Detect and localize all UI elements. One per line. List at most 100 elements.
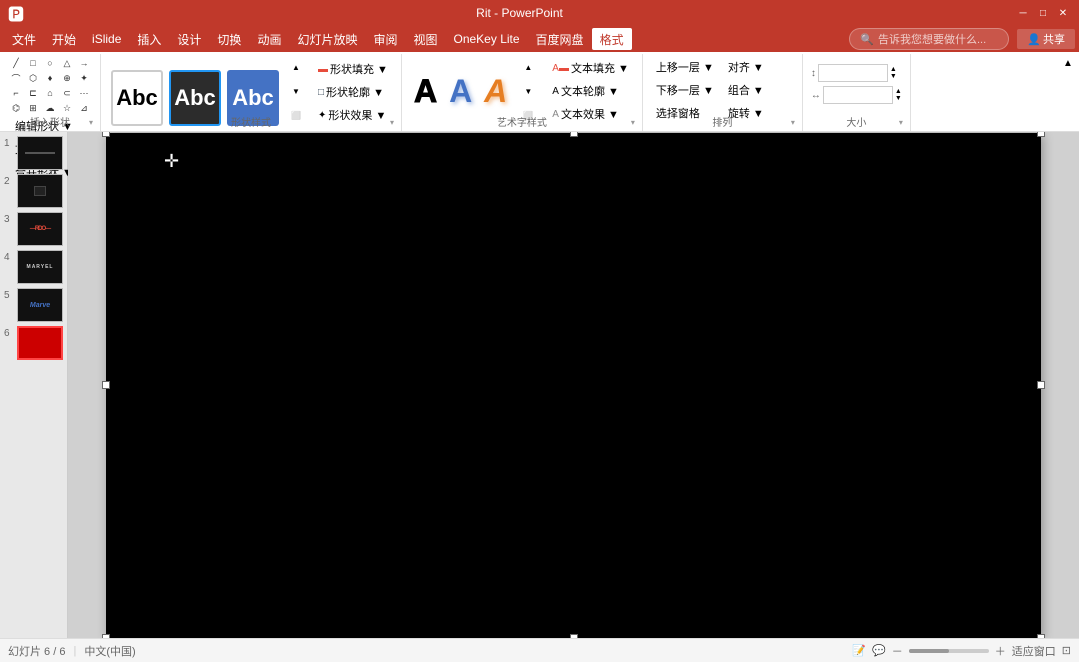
- toolbar-shape-style: Abc Abc Abc ▲ ▼ ⬜ ▬ 形状填充 ▼ □: [101, 52, 402, 131]
- menu-home[interactable]: 开始: [44, 28, 84, 50]
- slide-thumb-2[interactable]: [17, 174, 63, 208]
- menu-format[interactable]: 格式: [592, 28, 632, 50]
- shape-3[interactable]: ⬡: [25, 71, 41, 85]
- group-btn[interactable]: 组合 ▼: [723, 79, 769, 101]
- close-btn[interactable]: ✕: [1055, 5, 1071, 21]
- shape-6[interactable]: ✦: [76, 71, 92, 85]
- height-icon: ↕: [811, 68, 816, 79]
- slide-canvas[interactable]: ✛: [106, 133, 1041, 638]
- slide-number-4: 4: [4, 252, 14, 263]
- window-controls[interactable]: ─ □ ✕: [1015, 5, 1071, 21]
- shape-15[interactable]: ⊿: [76, 101, 92, 115]
- menu-review[interactable]: 审阅: [365, 28, 405, 50]
- slide-item-6[interactable]: 6: [4, 326, 63, 360]
- art-a-black[interactable]: A: [410, 75, 441, 107]
- art-a-blue[interactable]: A: [445, 75, 476, 107]
- slide-item-5[interactable]: 5 Marve: [4, 288, 63, 322]
- width-stepper-up[interactable]: ▲ ▼: [895, 88, 902, 102]
- handle-top-left[interactable]: [102, 132, 110, 137]
- toolbar-art-text: A A A ▲ ▼ ⬜ A▬ 文本填充 ▼ A 文本轮廓 ▼ A 文本效果: [402, 52, 643, 131]
- insert-shape-collapse[interactable]: ▾: [84, 115, 98, 129]
- share-button[interactable]: 👤 共享: [1017, 29, 1075, 49]
- shape-line[interactable]: ╱: [8, 56, 24, 70]
- shape-outline-btn[interactable]: □ 形状轮廓 ▼: [313, 81, 393, 103]
- align-btn[interactable]: 对齐 ▼: [723, 56, 769, 78]
- style-scroll-down[interactable]: ▼: [285, 80, 307, 102]
- toolbar-collapse-btn[interactable]: ▲: [1061, 56, 1075, 70]
- minimize-btn[interactable]: ─: [1015, 5, 1031, 21]
- shape-9[interactable]: ⌂: [42, 86, 58, 100]
- shape-11[interactable]: ⌬: [8, 101, 24, 115]
- menu-onekey[interactable]: OneKey Lite: [446, 28, 528, 50]
- arrange-collapse[interactable]: ▾: [786, 115, 800, 129]
- shape-14[interactable]: ☆: [59, 101, 75, 115]
- shape-8[interactable]: ⊏: [25, 86, 41, 100]
- height-input-row: ↕ 19.05 厘米 ▲ ▼: [811, 64, 902, 82]
- slide-number-5: 5: [4, 290, 14, 301]
- art-scroll-up[interactable]: ▲: [517, 56, 539, 78]
- send-backward-btn[interactable]: 下移一层 ▼: [651, 79, 719, 101]
- comments-btn[interactable]: 💬: [872, 644, 886, 657]
- text-outline-btn[interactable]: A 文本轮廓 ▼: [547, 80, 634, 102]
- handle-top-right[interactable]: [1037, 132, 1045, 137]
- shape-style-collapse[interactable]: ▾: [385, 115, 399, 129]
- slide-item-3[interactable]: 3 —RDO—: [4, 212, 63, 246]
- menu-view[interactable]: 视图: [405, 28, 445, 50]
- shape-fill-btn[interactable]: ▬ 形状填充 ▼: [313, 58, 393, 80]
- art-text-label: 艺术字样式: [402, 114, 642, 129]
- zoom-in-btn[interactable]: ＋: [995, 643, 1006, 659]
- handle-middle-left[interactable]: [102, 381, 110, 389]
- art-text-collapse[interactable]: ▾: [626, 115, 640, 129]
- fit-window-btn[interactable]: ⊡: [1062, 644, 1071, 657]
- shape-arrow[interactable]: →: [76, 56, 92, 70]
- art-a-orange[interactable]: A: [480, 75, 511, 107]
- menu-design[interactable]: 设计: [169, 28, 209, 50]
- text-fill-btn[interactable]: A▬ 文本填充 ▼: [547, 57, 634, 79]
- height-stepper-up[interactable]: ▲ ▼: [890, 66, 897, 80]
- shape-4[interactable]: ♦: [42, 71, 58, 85]
- slide-item-4[interactable]: 4 MARYEL: [4, 250, 63, 284]
- shape-12[interactable]: ⊞: [25, 101, 41, 115]
- menu-islide[interactable]: iSlide: [84, 28, 129, 50]
- handle-bottom-right[interactable]: [1037, 634, 1045, 639]
- menu-transition[interactable]: 切换: [209, 28, 249, 50]
- slide-thumb-5[interactable]: Marve: [17, 288, 63, 322]
- menu-baidu[interactable]: 百度网盘: [528, 28, 592, 50]
- title-text: Rit - PowerPoint: [24, 6, 1015, 20]
- move-cursor-icon: ✛: [164, 151, 179, 172]
- menu-insert[interactable]: 插入: [129, 28, 169, 50]
- menu-animation[interactable]: 动画: [249, 28, 289, 50]
- shape-circle[interactable]: ○: [42, 56, 58, 70]
- handle-bottom-center[interactable]: [570, 634, 578, 639]
- zoom-out-btn[interactable]: －: [892, 643, 903, 659]
- width-input[interactable]: 33.87 厘米: [823, 86, 893, 104]
- style-scroll-up[interactable]: ▲: [285, 56, 307, 78]
- slide-thumb-6[interactable]: [17, 326, 63, 360]
- shape-rect[interactable]: □: [25, 56, 41, 70]
- size-collapse[interactable]: ▾: [894, 115, 908, 129]
- shape-10[interactable]: ⊂: [59, 86, 75, 100]
- search-icon: 🔍: [860, 33, 874, 46]
- toolbar-size: ↕ 19.05 厘米 ▲ ▼ ↔ 33.87 厘米 ▲ ▼ 大小 ▾: [803, 52, 911, 131]
- shape-7[interactable]: ⌐: [8, 86, 24, 100]
- slide-thumb-1[interactable]: [17, 136, 63, 170]
- search-box[interactable]: 🔍 告诉我您想要做什么...: [849, 28, 1009, 50]
- maximize-btn[interactable]: □: [1035, 5, 1051, 21]
- shape-13[interactable]: ☁: [42, 101, 58, 115]
- handle-top-center[interactable]: [570, 132, 578, 137]
- art-scroll-down[interactable]: ▼: [517, 80, 539, 102]
- menu-slideshow[interactable]: 幻灯片放映: [289, 28, 365, 50]
- handle-bottom-left[interactable]: [102, 634, 110, 639]
- notes-btn[interactable]: 📝: [852, 644, 866, 657]
- slide-thumb-3[interactable]: —RDO—: [17, 212, 63, 246]
- shape-5[interactable]: ⊕: [59, 71, 75, 85]
- shape-tri[interactable]: △: [59, 56, 75, 70]
- handle-middle-right[interactable]: [1037, 381, 1045, 389]
- menu-file[interactable]: 文件: [4, 28, 44, 50]
- slide-thumb-4[interactable]: MARYEL: [17, 250, 63, 284]
- shape-more[interactable]: ⋯: [76, 86, 92, 100]
- zoom-slider[interactable]: [909, 649, 989, 653]
- height-input[interactable]: 19.05 厘米: [818, 64, 888, 82]
- bring-forward-btn[interactable]: 上移一层 ▼: [651, 56, 719, 78]
- shape-2[interactable]: ⌒: [8, 71, 24, 85]
